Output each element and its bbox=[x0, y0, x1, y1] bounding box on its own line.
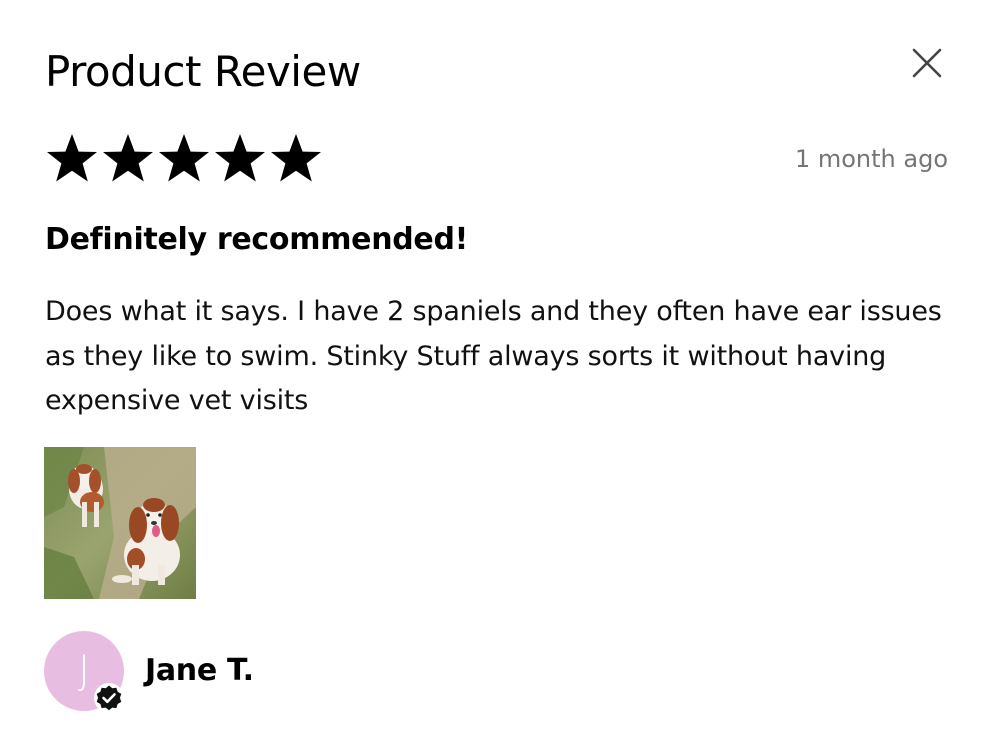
close-button[interactable] bbox=[906, 42, 948, 84]
review-modal: Product Review 1 month ago Definitely re… bbox=[0, 0, 990, 744]
verified-badge-icon bbox=[93, 682, 125, 714]
review-body: Does what it says. I have 2 spaniels and… bbox=[45, 296, 942, 416]
star-icon bbox=[44, 132, 100, 184]
star-icon bbox=[156, 132, 212, 184]
star-rating bbox=[44, 132, 324, 184]
review-photo[interactable] bbox=[44, 447, 196, 599]
star-icon bbox=[268, 132, 324, 184]
modal-title: Product Review bbox=[45, 47, 361, 96]
review-headline: Definitely recommended! bbox=[45, 222, 469, 257]
star-icon bbox=[212, 132, 268, 184]
reviewer-name: Jane T. bbox=[145, 653, 254, 688]
close-icon bbox=[912, 48, 942, 78]
star-icon bbox=[100, 132, 156, 184]
review-photo-image bbox=[44, 447, 196, 599]
review-date: 1 month ago bbox=[794, 145, 948, 173]
